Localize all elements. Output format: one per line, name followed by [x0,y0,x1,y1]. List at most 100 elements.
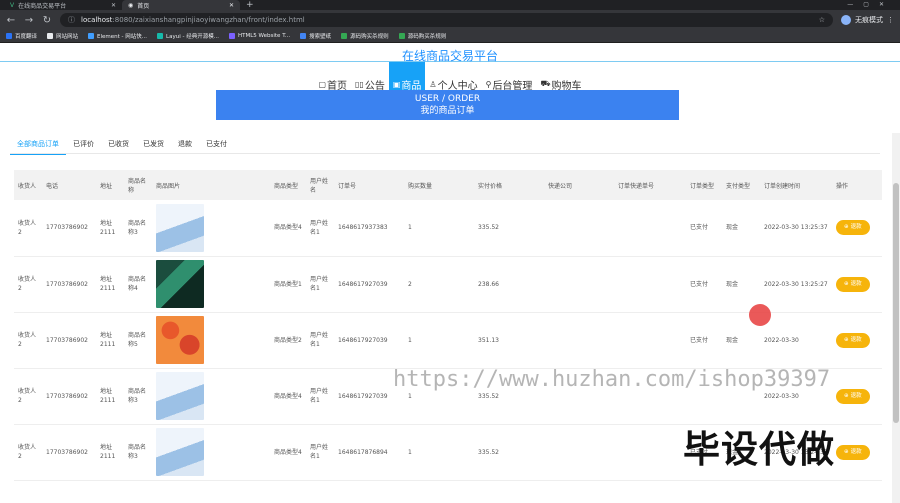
reload-icon[interactable]: ↻ [42,15,52,26]
cell-qty: 1 [408,448,412,456]
address-bar[interactable]: ⓘ localhost:8080/zaixianshangpinjiaoyiwa… [60,13,833,27]
cell-name: 收货人2 [18,332,37,348]
cell-product: 商品名称3 [128,388,147,404]
cell-order: 1648617927039 [338,280,388,288]
browser-tab-1[interactable]: ◉ 首页 ✕ [122,0,240,10]
bookmarks-bar: 百度翻译 网站网站 Element - 网站快... Layui - 经典开源模… [0,30,900,43]
refund-button[interactable]: ⊕ 退款 [836,388,870,404]
product-image-cell [152,200,270,256]
refund-button[interactable]: ⊕ 退款 [836,276,870,292]
cell-tracking [614,200,686,256]
column-header: 电话 [46,182,59,190]
bookmark-3[interactable]: Layui - 经典开源模... [157,32,219,40]
refund-button[interactable]: ⊕ 退款 [836,444,870,460]
back-icon[interactable]: ← [6,15,16,26]
tab-label: 首页 [137,2,150,10]
product-image[interactable] [156,316,204,364]
column-header: 商品类型 [274,182,299,190]
cell-user: 用户姓名1 [310,219,329,236]
refund-button[interactable]: ⊕ 退款 [836,220,870,236]
cell-phone: 17703786902 [46,448,88,456]
bookmark-label: 源码购买杀规则 [407,34,447,40]
table-row: 收货人2 17703786902 地址2111 商品名称4 商品类型1 用户姓名1 1648… [14,256,882,312]
cell-addr: 地址2111 [100,332,116,348]
cell-product: 商品名称5 [128,332,147,348]
bookmark-5[interactable]: 搜索壁纸 [300,32,331,40]
bookmark-star-icon[interactable]: ☆ [819,16,825,24]
bookmark-label: 源码购买杀规则 [350,34,389,40]
new-tab-icon[interactable]: + [246,0,254,10]
globe-icon: ◉ [128,1,134,9]
cell-price: 335.52 [478,448,499,456]
bookmark-2[interactable]: Element - 网站快... [88,32,147,40]
product-image-cell [152,312,270,368]
bookmark-1[interactable]: 网站网站 [47,32,78,40]
tab-close-icon[interactable]: ✕ [111,2,116,9]
product-icon: ▣ [392,79,401,89]
url-path: :8080/zaixianshangpinjiaoyiwangzhan/fron… [112,16,305,24]
scrollbar-thumb[interactable] [893,183,899,423]
folder-icon [47,33,54,39]
overlay-text: 毕设代做 [683,428,835,471]
cell-qty: 1 [408,224,412,232]
vue-logo-icon: V [10,1,15,9]
menu-dots-icon[interactable]: ⋮ [887,16,894,24]
user-icon: ♙ [429,79,437,89]
refund-label: 退款 [850,280,862,287]
tab-close-icon[interactable]: ✕ [229,2,234,9]
product-image[interactable] [156,260,204,308]
product-image[interactable] [156,372,204,420]
cell-courier [544,200,614,256]
cell-type: 商品类型4 [274,448,302,456]
cell-status: 已支付 [690,336,709,344]
refund-icon: ⊕ [844,280,849,287]
cell-pay: 现金 [726,280,739,288]
bookmark-6[interactable]: 源码购买杀规则 [341,32,389,40]
bookmark-label: 百度翻译 [15,34,38,40]
cell-name: 收货人2 [18,388,37,404]
cell-tracking [614,256,686,312]
cell-status: 已支付 [690,280,709,288]
cell-type: 商品类型2 [274,336,302,344]
cursor-highlight [749,304,771,326]
cell-tracking [614,312,686,368]
bookmark-0[interactable]: 百度翻译 [6,32,37,40]
home-icon: ▢ [318,79,327,89]
cell-addr: 地址2111 [100,388,116,404]
bookmark-7[interactable]: 源码购买杀规则 [398,32,447,40]
forward-icon[interactable]: → [24,15,34,26]
element-icon [88,33,95,39]
cell-user: 用户姓名1 [310,332,329,348]
window-controls[interactable]: —▢✕ [847,0,894,10]
action-cell: ⊕ 退款 [832,200,882,256]
order-banner: USER / ORDER 我的商品订单 [216,90,679,120]
cell-user: 用户姓名1 [310,388,329,404]
cell-time: 2022-03-30 13:25:27 [764,280,828,288]
cell-courier [544,256,614,312]
refund-label: 退款 [850,392,862,399]
product-image[interactable] [156,428,204,476]
page-scrollbar[interactable] [892,133,900,503]
column-header: 购买数量 [408,182,433,190]
product-image[interactable] [156,203,204,252]
browser-tabbar: V 在线商品交易平台 ✕ ◉ 首页 ✕ + —▢✕ [0,0,900,10]
cell-price: 351.13 [478,336,499,344]
cell-type: 商品类型4 [274,392,302,400]
cell-qty: 1 [408,336,412,344]
bookmark-4[interactable]: HTML5 Website T... [228,33,291,39]
tab-label: 在线商品交易平台 [18,2,67,10]
column-header: 订单号 [338,182,357,190]
bookmark-label: HTML5 Website T... [237,33,291,39]
incognito-profile[interactable]: 无痕模式 ⋮ [841,15,894,25]
link-icon: ⚲ [485,79,492,89]
translate-icon [6,33,12,39]
cell-time: 2022-03-30 [764,336,799,344]
cell-addr: 地址2111 [100,219,116,236]
site-title: 在线商品交易平台 [401,49,498,63]
bookmark-label: 搜索壁纸 [309,34,332,40]
refund-button[interactable]: ⊕ 退款 [836,332,870,348]
browser-tab-0[interactable]: V 在线商品交易平台 ✕ [4,0,122,10]
tabs-divider [10,153,880,154]
profile-label: 无痕模式 [855,16,883,24]
bookmark-label: Layui - 经典开源模... [166,34,219,40]
